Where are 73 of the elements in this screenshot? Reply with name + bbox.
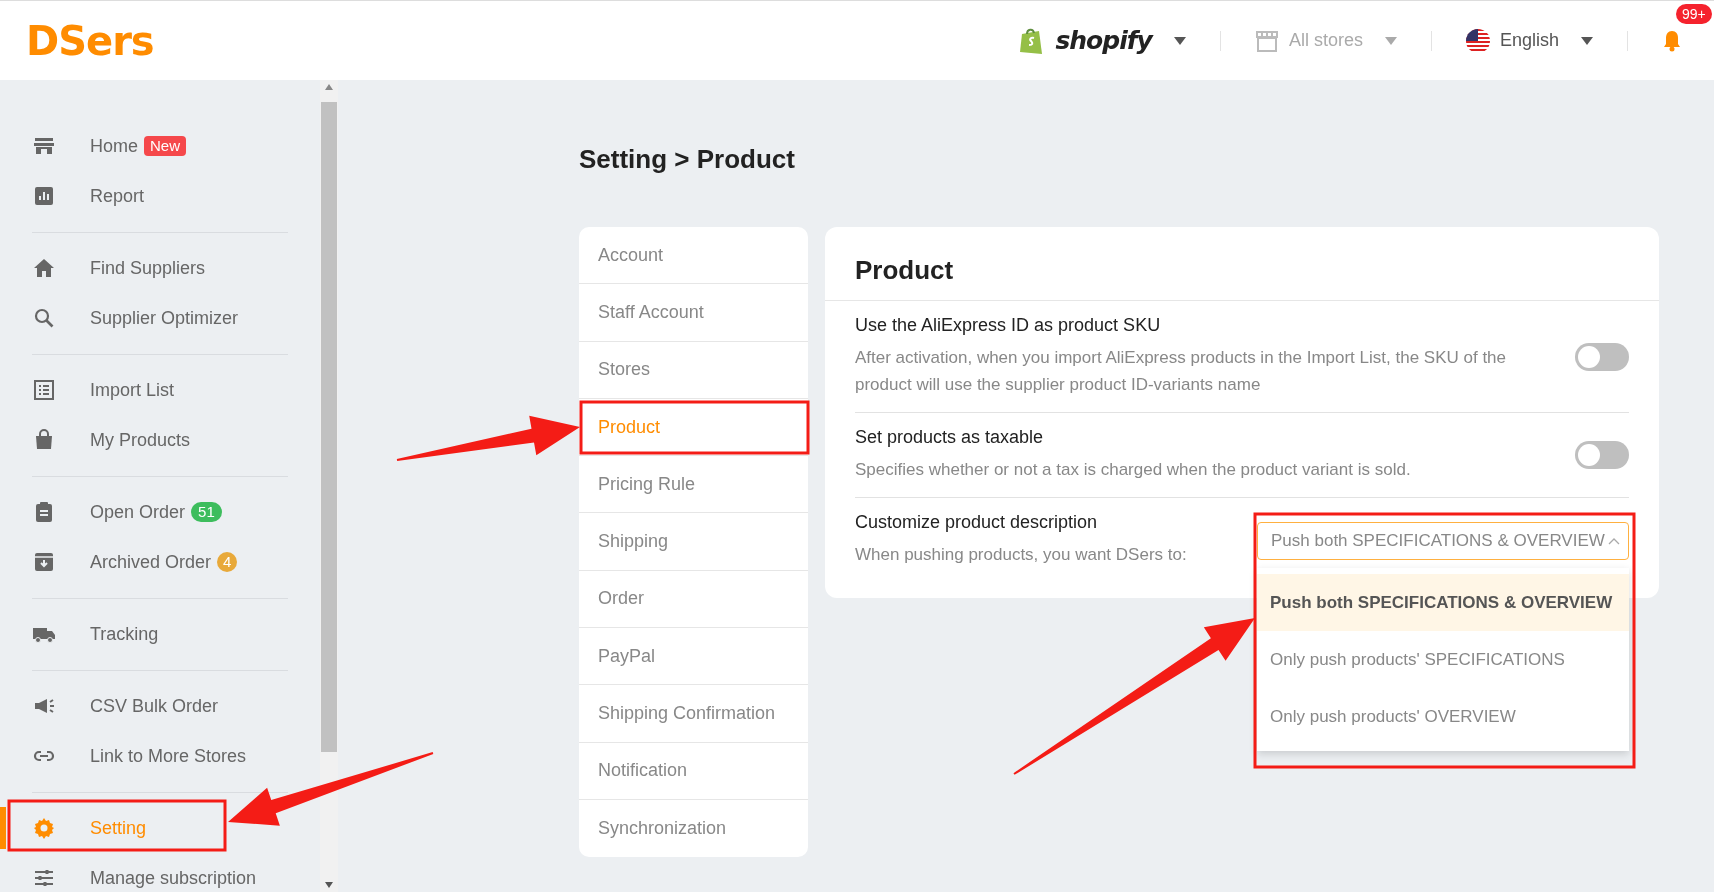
description-dropdown[interactable]: Push both SPECIFICATIONS & OVERVIEW [1257, 522, 1629, 560]
us-flag-icon [1465, 28, 1490, 53]
logo[interactable]: DSers [26, 17, 154, 64]
sidebar-item[interactable]: Home New [32, 121, 288, 171]
sidebar-label: Archived Order [90, 551, 212, 573]
house-icon [32, 256, 56, 280]
sidebar-item[interactable]: Import List [32, 365, 288, 415]
dropdown-option[interactable]: Only push products' OVERVIEW [1257, 688, 1629, 745]
settings-menu-item[interactable]: Product [579, 398, 808, 457]
chevron-icon [1607, 537, 1620, 545]
setting-description: When pushing products, you want DSers to: [855, 544, 1188, 566]
setting-title: Customize product description [855, 512, 1099, 533]
count-badge: 4 [217, 552, 238, 572]
sidebar-label: Report [90, 185, 145, 207]
settings-menu-item[interactable]: Account [579, 227, 808, 285]
settings-menu-item[interactable]: Pricing Rule [579, 456, 808, 514]
sidebar-label: My Products [90, 429, 191, 451]
sidebar-label: Link to More Stores [90, 745, 247, 767]
count-badge: 51 [191, 502, 222, 522]
sidebar-label: Supplier Optimizer [90, 307, 239, 329]
sidebar-label: Tracking [90, 623, 159, 645]
dropdown-option[interactable]: Only push products' SPECIFICATIONS [1257, 631, 1629, 688]
count-badge: New [144, 136, 187, 156]
sidebar-item[interactable]: My Products [32, 415, 288, 465]
sidebar-item[interactable]: Report [32, 171, 288, 221]
settings-menu-item[interactable]: Shipping [579, 513, 808, 571]
scroll-down-icon[interactable] [325, 882, 333, 888]
settings-menu-item[interactable]: Order [579, 570, 808, 629]
sidebar-item[interactable]: Tracking [32, 609, 288, 659]
setting-description: Specifies whether or not a tax is charged when the product variant is sold. [855, 459, 1412, 481]
store-selector[interactable]: All stores [1288, 30, 1363, 51]
notification-badge: 99+ [1676, 3, 1712, 24]
toggle-switch[interactable] [1575, 342, 1629, 371]
archive-icon [32, 550, 56, 574]
settings-menu-item[interactable]: Shipping Confirmation [579, 685, 808, 743]
sidebar-label: Setting [90, 817, 147, 839]
sidebar-label: Open Order [90, 501, 186, 523]
sidebar-label: Import List [90, 379, 175, 401]
settings-menu-item[interactable]: Staff Account [579, 284, 808, 342]
setting-title: Set products as taxable [855, 427, 1045, 448]
sidebar-label: Manage subscription [90, 867, 257, 889]
sidebar-item[interactable]: Link to More Stores [32, 731, 288, 781]
sidebar-label: Home [90, 135, 138, 157]
settings-menu-item[interactable]: PayPal [579, 628, 808, 686]
sidebar-item[interactable]: Open Order 51 [32, 487, 288, 537]
sidebar-item[interactable]: Manage subscription [32, 853, 288, 892]
sidebar-item[interactable]: Supplier Optimizer [32, 293, 288, 343]
breadcrumb: Setting > Product [579, 144, 796, 175]
scroll-up-icon[interactable] [325, 84, 333, 90]
search-icon [32, 306, 56, 330]
sidebar-label: CSV Bulk Order [90, 695, 219, 717]
sidebar-label: Find Suppliers [90, 257, 206, 279]
settings-menu-item[interactable]: Synchronization [579, 799, 808, 858]
card-title: Product [825, 227, 1659, 301]
caret-icon[interactable] [1581, 36, 1593, 45]
sidebar-item[interactable]: CSV Bulk Order [32, 681, 288, 731]
caret-icon[interactable] [1173, 36, 1186, 45]
sidebar-item[interactable]: Find Suppliers [32, 243, 288, 293]
settings-icon [32, 816, 56, 840]
platform-name[interactable]: shopify [1055, 26, 1152, 55]
settings-menu-item[interactable]: Stores [579, 341, 808, 399]
sidebar-item[interactable]: Archived Order 4 [32, 537, 288, 587]
toggle-switch[interactable] [1575, 441, 1629, 469]
storefront-icon [1254, 29, 1279, 52]
setting-description: After activation, when you import AliExpress products in the Import List, the SKU of the product will use the supplier product ID-variants name [855, 347, 1508, 396]
scrollbar[interactable] [320, 80, 338, 892]
list-icon [32, 378, 56, 402]
language-selector[interactable]: English [1499, 30, 1559, 51]
dropdown-option[interactable]: Push both SPECIFICATIONS & OVERVIEW [1257, 574, 1629, 631]
chart-icon [32, 184, 56, 208]
setting-title: Use the AliExpress ID as product SKU [855, 315, 1162, 336]
bell-icon[interactable] [1662, 29, 1682, 52]
settings-menu-item[interactable]: Notification [579, 742, 808, 800]
